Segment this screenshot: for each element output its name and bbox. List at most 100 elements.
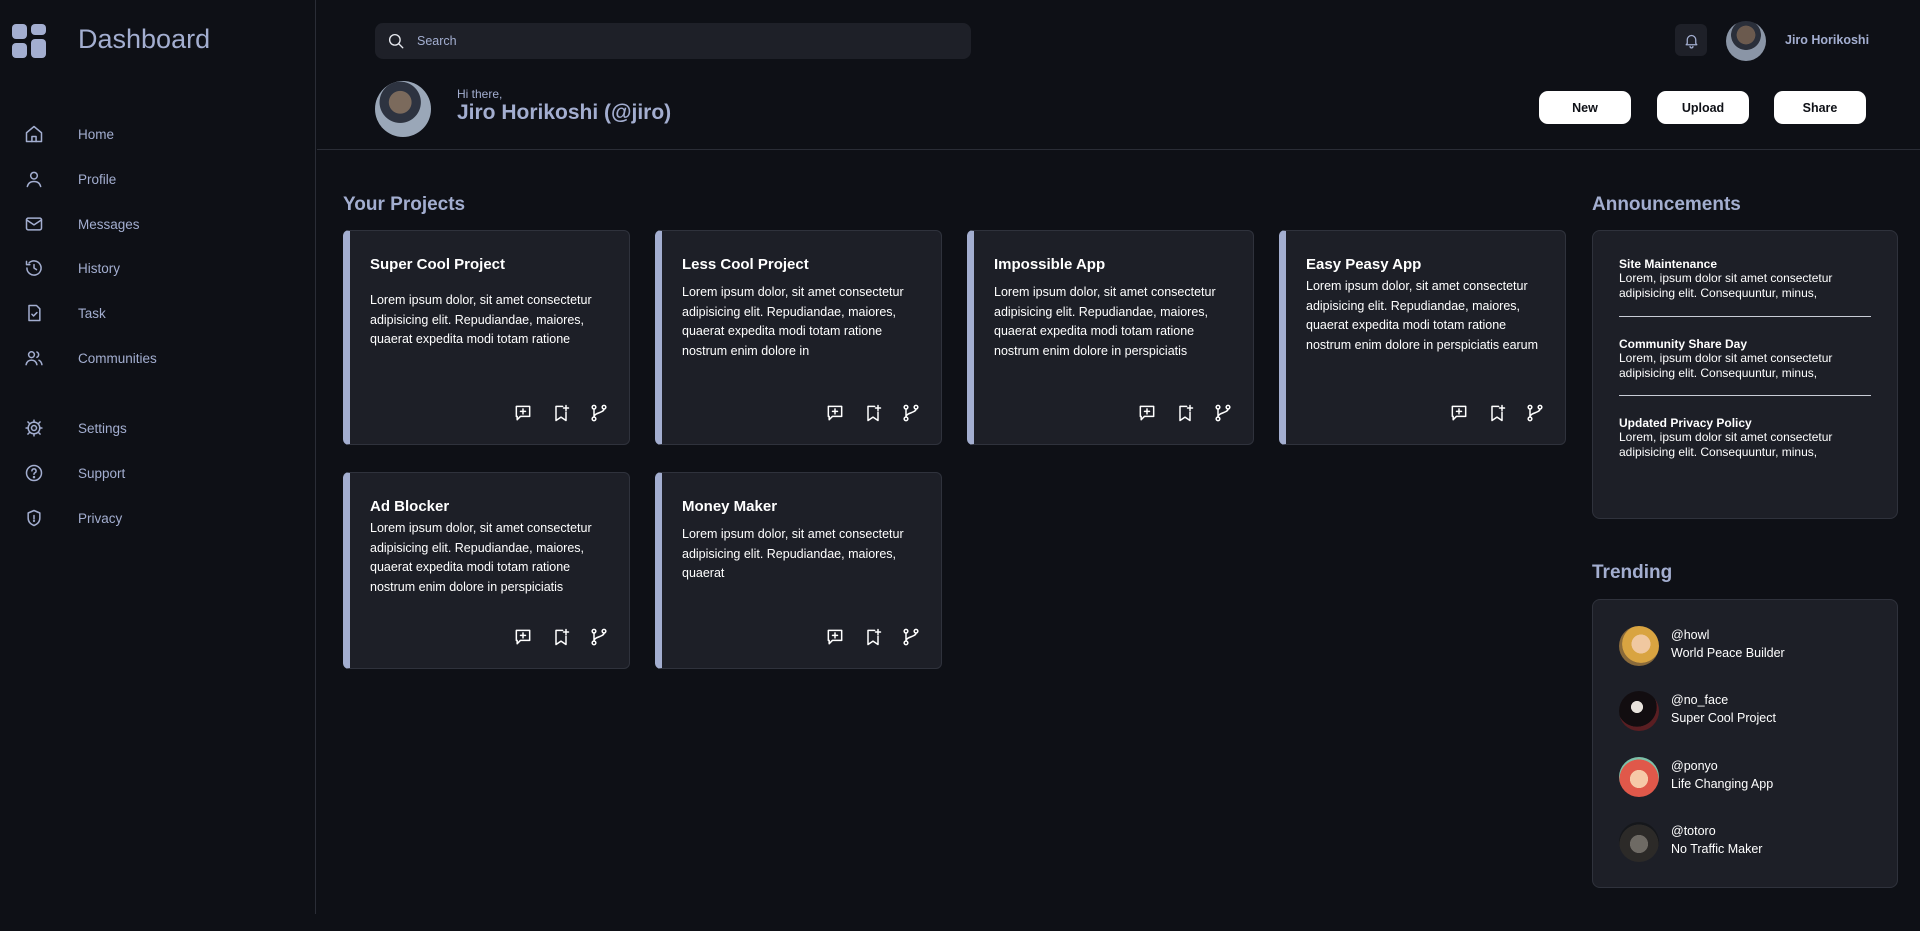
project-card-easy-peasy[interactable]: Easy Peasy App Lorem ipsum dolor, sit am…: [1279, 230, 1566, 445]
comment-plus-icon[interactable]: [513, 403, 533, 423]
trending-handle: @ponyo: [1671, 759, 1718, 773]
project-card-less-cool[interactable]: Less Cool Project Lorem ipsum dolor, sit…: [655, 230, 942, 445]
sidebar-item-task[interactable]: Task: [0, 293, 316, 333]
project-description: Lorem ipsum dolor, sit amet consectetur …: [682, 527, 904, 580]
sidebar-item-privacy[interactable]: Privacy: [0, 498, 316, 538]
brand[interactable]: Dashboard: [12, 24, 210, 58]
notifications-button[interactable]: [1675, 24, 1707, 56]
announcement-item[interactable]: Updated Privacy Policy Lorem, ipsum dolo…: [1619, 416, 1871, 460]
task-icon: [28, 304, 41, 322]
sidebar-item-history[interactable]: History: [0, 248, 316, 288]
greeting: Hi there,: [457, 87, 503, 101]
project-description: Lorem ipsum dolor, sit amet consectetur …: [682, 285, 904, 358]
sidebar-item-communities[interactable]: Communities: [0, 338, 316, 378]
project-card-money-maker[interactable]: Money Maker Lorem ipsum dolor, sit amet …: [655, 472, 942, 669]
sidebar-item-home[interactable]: Home: [0, 114, 316, 154]
search-icon: [388, 33, 404, 49]
trending-item[interactable]: @no_face Super Cool Project: [1619, 689, 1879, 733]
bookmark-plus-icon[interactable]: [863, 403, 883, 423]
git-fork-icon[interactable]: [1525, 403, 1545, 423]
page-title: Jiro Horikoshi (@jiro): [457, 101, 672, 124]
dashboard-logo-icon: [12, 24, 46, 58]
project-description: Lorem ipsum dolor, sit amet consectetur …: [1306, 279, 1539, 352]
comment-plus-icon[interactable]: [825, 403, 845, 423]
projects-heading: Your Projects: [343, 194, 466, 215]
sidebar-item-label: Support: [78, 465, 126, 481]
user-name[interactable]: Jiro Horikoshi: [1785, 33, 1869, 47]
header: Jiro Horikoshi Hi there, Jiro Horikoshi …: [317, 0, 1920, 150]
avatar: [1619, 822, 1659, 862]
trending-panel: @howl World Peace Builder @no_face Super…: [1592, 599, 1898, 888]
upload-button[interactable]: Upload: [1657, 91, 1749, 124]
home-icon: [25, 125, 43, 143]
sidebar-item-label: Task: [78, 305, 106, 321]
announcement-title: Site Maintenance: [1619, 257, 1718, 271]
project-card-ad-blocker[interactable]: Ad Blocker Lorem ipsum dolor, sit amet c…: [343, 472, 630, 669]
sidebar-item-label: Home: [78, 126, 115, 142]
comment-plus-icon[interactable]: [513, 627, 533, 647]
project-actions: [1449, 403, 1545, 423]
sidebar-item-profile[interactable]: Profile: [0, 159, 316, 199]
project-title: Money Maker: [682, 498, 778, 515]
trending-heading: Trending: [1592, 562, 1673, 583]
project-card-impossible-app[interactable]: Impossible App Lorem ipsum dolor, sit am…: [967, 230, 1254, 445]
comment-plus-icon[interactable]: [1137, 403, 1157, 423]
sidebar-item-label: History: [78, 260, 121, 276]
git-fork-icon[interactable]: [901, 627, 921, 647]
bell-icon: [1685, 34, 1697, 49]
bookmark-plus-icon[interactable]: [551, 403, 571, 423]
trending-project: World Peace Builder: [1671, 646, 1785, 660]
comment-plus-icon[interactable]: [825, 627, 845, 647]
trending-item[interactable]: @ponyo Life Changing App: [1619, 755, 1879, 799]
share-button[interactable]: Share: [1774, 91, 1866, 124]
bookmark-plus-icon[interactable]: [551, 627, 571, 647]
project-actions: [513, 627, 609, 647]
users-icon: [25, 351, 43, 366]
mail-icon: [25, 217, 43, 231]
history-icon: [25, 260, 42, 276]
new-button[interactable]: New: [1539, 91, 1631, 124]
search-input[interactable]: [417, 23, 957, 59]
project-title: Less Cool Project: [682, 256, 809, 273]
project-title: Easy Peasy App: [1306, 256, 1422, 273]
avatar: [1619, 691, 1659, 731]
sidebar-item-messages[interactable]: Messages: [0, 204, 316, 244]
announcement-body: Lorem, ipsum dolor sit amet consectetur …: [1619, 351, 1833, 380]
sidebar-item-label: Privacy: [78, 510, 123, 526]
avatar: [1619, 757, 1659, 797]
comment-plus-icon[interactable]: [1449, 403, 1469, 423]
sidebar-item-label: Settings: [78, 420, 127, 436]
project-title: Ad Blocker: [370, 498, 450, 515]
divider: [1619, 395, 1871, 396]
announcement-item[interactable]: Site Maintenance Lorem, ipsum dolor sit …: [1619, 257, 1871, 301]
avatar: [1619, 626, 1659, 666]
project-description: Lorem ipsum dolor, sit amet consectetur …: [994, 285, 1216, 358]
sidebar-item-label: Profile: [78, 171, 117, 187]
bookmark-plus-icon[interactable]: [1175, 403, 1195, 423]
announcement-item[interactable]: Community Share Day Lorem, ipsum dolor s…: [1619, 337, 1871, 381]
user-icon: [26, 171, 42, 188]
trending-item[interactable]: @totoro No Traffic Maker: [1619, 820, 1879, 864]
announcement-body: Lorem, ipsum dolor sit amet consectetur …: [1619, 271, 1833, 300]
trending-handle: @totoro: [1671, 824, 1716, 838]
trending-project: Life Changing App: [1671, 777, 1774, 791]
bookmark-plus-icon[interactable]: [1487, 403, 1507, 423]
search-bar[interactable]: [375, 23, 971, 59]
announcements-panel: Site Maintenance Lorem, ipsum dolor sit …: [1592, 230, 1898, 519]
project-card-super-cool[interactable]: Super Cool Project Lorem ipsum dolor, si…: [343, 230, 630, 445]
avatar[interactable]: [1726, 21, 1766, 61]
project-title: Super Cool Project: [370, 256, 506, 273]
sidebar: Dashboard Home Profile Messages History …: [0, 0, 316, 914]
sidebar-item-support[interactable]: Support: [0, 453, 316, 493]
sidebar-item-settings[interactable]: Settings: [0, 408, 316, 448]
shield-icon: [27, 509, 41, 527]
git-fork-icon[interactable]: [901, 403, 921, 423]
git-fork-icon[interactable]: [589, 403, 609, 423]
git-fork-icon[interactable]: [1213, 403, 1233, 423]
bookmark-plus-icon[interactable]: [863, 627, 883, 647]
trending-item[interactable]: @howl World Peace Builder: [1619, 624, 1879, 668]
git-fork-icon[interactable]: [589, 627, 609, 647]
trending-handle: @no_face: [1671, 693, 1729, 707]
announcement-title: Community Share Day: [1619, 337, 1748, 351]
project-actions: [825, 403, 921, 423]
